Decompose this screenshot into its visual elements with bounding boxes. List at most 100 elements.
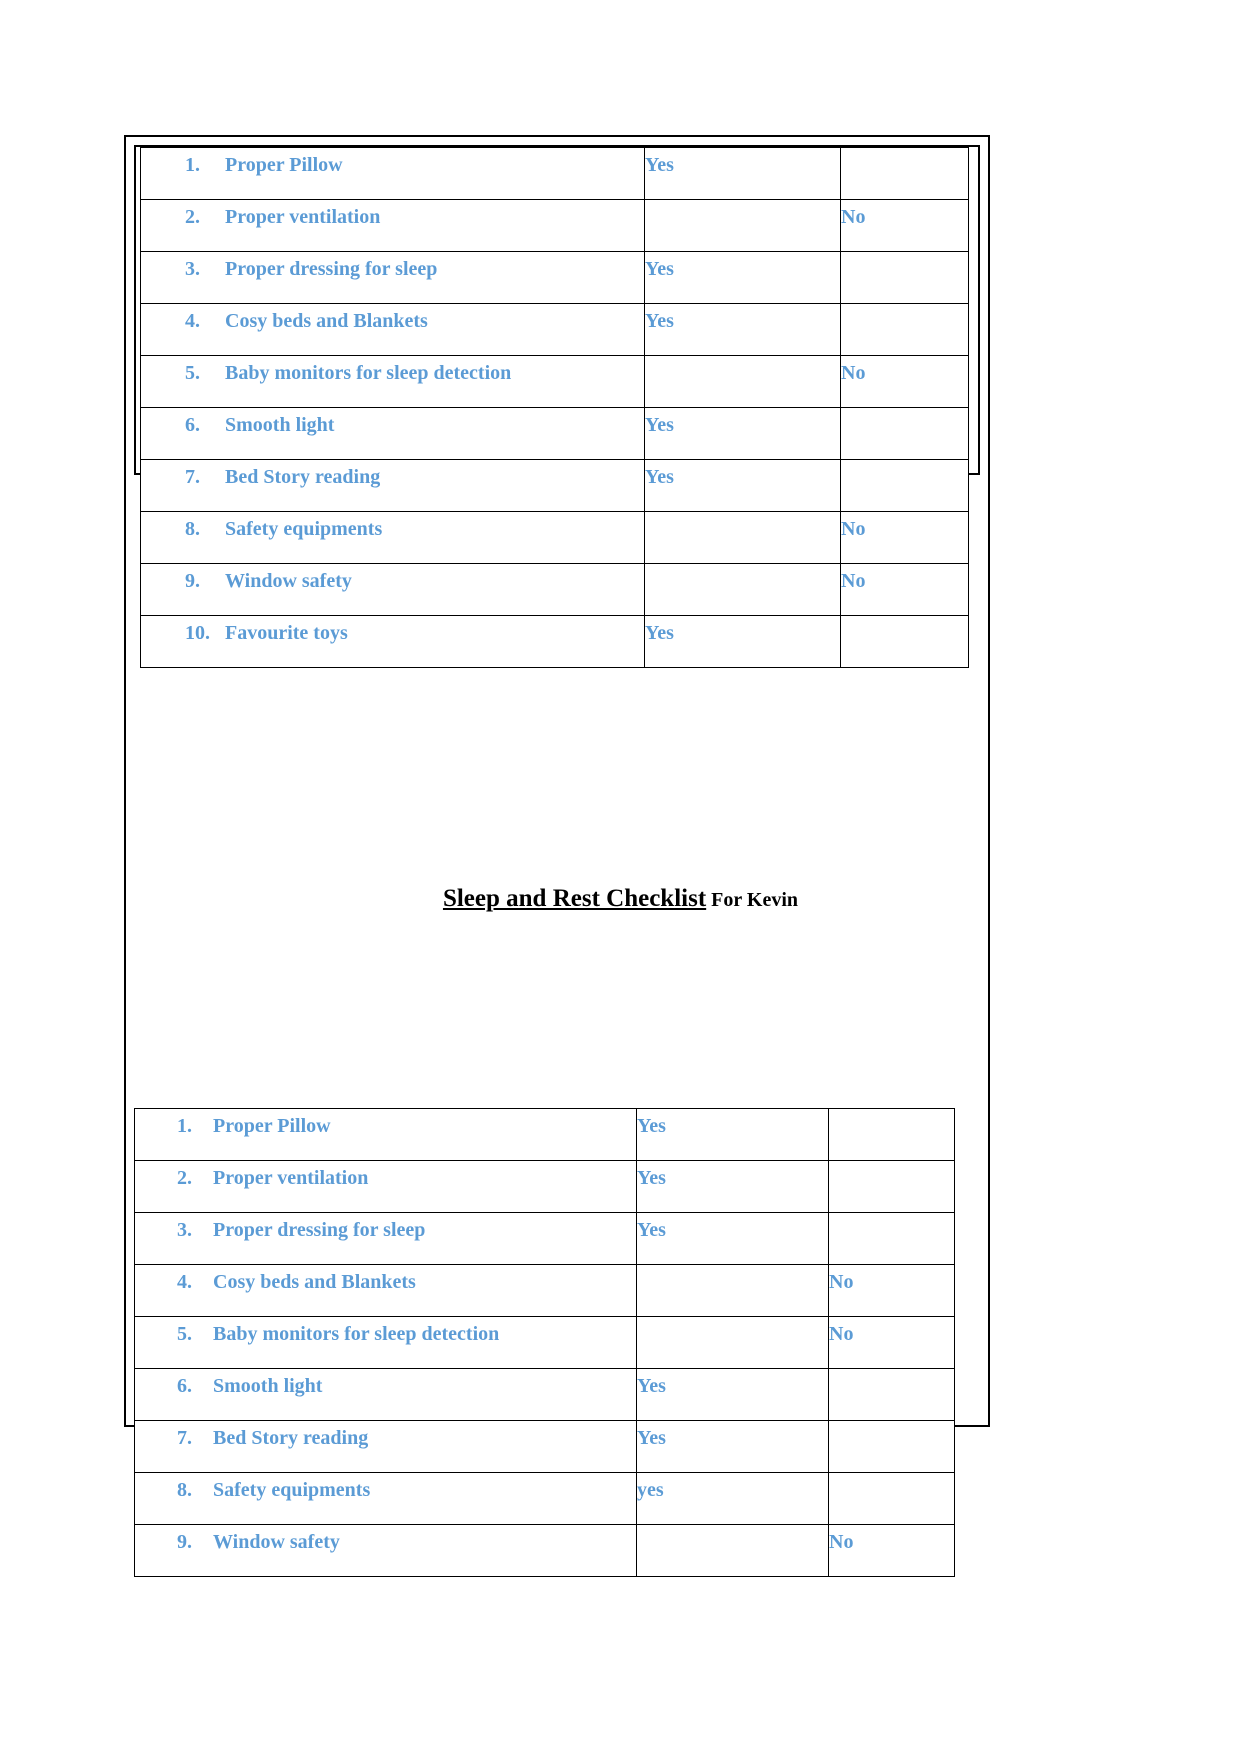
checklist-item-inner: 3. Proper dressing for sleep	[135, 1219, 636, 1242]
checklist-item-cell: 6. Smooth light	[134, 1368, 637, 1421]
checklist-yes-cell[interactable]: Yes	[644, 459, 841, 512]
checklist-item-label: Proper Pillow	[225, 154, 343, 176]
checklist-yes-cell[interactable]	[636, 1524, 829, 1577]
checklist-item-cell: 7. Bed Story reading	[134, 1420, 637, 1473]
checklist-yes-cell[interactable]	[644, 563, 841, 616]
checklist-yes-cell[interactable]: Yes	[636, 1420, 829, 1473]
checklist-item-inner: 1. Proper Pillow	[141, 154, 644, 177]
checklist-item-cell: 9. Window safety	[140, 563, 645, 616]
checklist-item-number: 1.	[185, 154, 200, 176]
checklist-item-inner: 9. Window safety	[135, 1531, 636, 1554]
checklist-yes-cell[interactable]: Yes	[644, 147, 841, 200]
checklist-yes-cell[interactable]	[636, 1264, 829, 1317]
page-title: Sleep and Rest Checklist For Kevin	[0, 885, 1241, 913]
checklist-no-cell[interactable]: No	[828, 1316, 955, 1369]
table-top-body: 1. Proper Pillow Yes 2. Proper ventilation No…	[140, 147, 969, 668]
checklist-no-cell[interactable]	[828, 1368, 955, 1421]
checklist-item-label: Smooth light	[213, 1375, 323, 1397]
checklist-item-label: Cosy beds and Blankets	[225, 310, 428, 332]
table-row: 6. Smooth light Yes	[134, 1368, 955, 1421]
checklist-item-number: 4.	[177, 1271, 192, 1293]
checklist-item-inner: 5. Baby monitors for sleep detection	[141, 362, 644, 385]
checklist-item-number: 6.	[177, 1375, 192, 1397]
checklist-no-cell[interactable]: No	[840, 563, 969, 616]
checklist-no-cell[interactable]: No	[840, 511, 969, 564]
checklist-no-cell[interactable]	[840, 147, 969, 200]
checklist-yes-cell[interactable]: Yes	[636, 1108, 829, 1161]
checklist-no-cell[interactable]	[840, 303, 969, 356]
table-row: 8. Safety equipments No	[140, 511, 969, 564]
checklist-no-cell[interactable]: No	[828, 1264, 955, 1317]
checklist-item-inner: 1. Proper Pillow	[135, 1115, 636, 1138]
table-row: 9. Window safety No	[140, 563, 969, 616]
table-row: 1. Proper Pillow Yes	[134, 1108, 955, 1161]
checklist-yes-cell[interactable]	[644, 355, 841, 408]
checklist-item-number: 9.	[185, 570, 200, 592]
page-title-suffix: For Kevin	[706, 889, 799, 911]
checklist-item-label: Bed Story reading	[213, 1427, 369, 1449]
checklist-no-cell[interactable]: No	[828, 1524, 955, 1577]
checklist-yes-cell[interactable]: Yes	[636, 1368, 829, 1421]
checklist-item-number: 3.	[185, 258, 200, 280]
checklist-item-number: 5.	[185, 362, 200, 384]
checklist-item-number: 8.	[177, 1479, 192, 1501]
table-row: 4. Cosy beds and Blankets Yes	[140, 303, 969, 356]
checklist-yes-cell[interactable]: Yes	[636, 1160, 829, 1213]
checklist-no-cell[interactable]: No	[840, 199, 969, 252]
checklist-item-inner: 7. Bed Story reading	[141, 466, 644, 489]
table-row: 6. Smooth light Yes	[140, 407, 969, 460]
sleep-rest-checklist-table-top: 1. Proper Pillow Yes 2. Proper ventilation No…	[140, 147, 969, 668]
checklist-item-label: Window safety	[225, 570, 352, 592]
table-row: 8. Safety equipments yes	[134, 1472, 955, 1525]
checklist-item-number: 4.	[185, 310, 200, 332]
checklist-no-cell[interactable]	[828, 1108, 955, 1161]
table-row: 5. Baby monitors for sleep detection No	[140, 355, 969, 408]
checklist-item-cell: 7. Bed Story reading	[140, 459, 645, 512]
checklist-item-cell: 6. Smooth light	[140, 407, 645, 460]
checklist-yes-cell[interactable]	[644, 511, 841, 564]
checklist-item-label: Safety equipments	[225, 518, 383, 540]
checklist-item-cell: 8. Safety equipments	[134, 1472, 637, 1525]
checklist-item-label: Proper dressing for sleep	[213, 1219, 426, 1241]
checklist-item-number: 1.	[177, 1115, 192, 1137]
checklist-item-number: 7.	[185, 466, 200, 488]
checklist-item-inner: 6. Smooth light	[141, 414, 644, 437]
checklist-item-number: 3.	[177, 1219, 192, 1241]
checklist-yes-cell[interactable]	[636, 1316, 829, 1369]
checklist-yes-cell[interactable]: Yes	[636, 1212, 829, 1265]
checklist-no-cell[interactable]: No	[840, 355, 969, 408]
checklist-no-cell[interactable]	[840, 251, 969, 304]
checklist-no-cell[interactable]	[828, 1472, 955, 1525]
checklist-item-label: Cosy beds and Blankets	[213, 1271, 416, 1293]
checklist-yes-cell[interactable]: Yes	[644, 407, 841, 460]
checklist-item-number: 8.	[185, 518, 200, 540]
checklist-yes-cell[interactable]: Yes	[644, 251, 841, 304]
checklist-no-cell[interactable]	[840, 615, 969, 668]
checklist-no-cell[interactable]	[828, 1212, 955, 1265]
table-row: 2. Proper ventilation No	[140, 199, 969, 252]
table-row: 3. Proper dressing for sleep Yes	[134, 1212, 955, 1265]
checklist-no-cell[interactable]	[828, 1160, 955, 1213]
checklist-yes-cell[interactable]: Yes	[644, 303, 841, 356]
checklist-item-label: Bed Story reading	[225, 466, 381, 488]
checklist-item-number: 10.	[185, 622, 210, 644]
checklist-no-cell[interactable]	[840, 459, 969, 512]
checklist-item-cell: 2. Proper ventilation	[140, 199, 645, 252]
checklist-item-inner: 9. Window safety	[141, 570, 644, 593]
checklist-item-inner: 4. Cosy beds and Blankets	[141, 310, 644, 333]
checklist-no-cell[interactable]	[840, 407, 969, 460]
checklist-item-number: 6.	[185, 414, 200, 436]
checklist-yes-cell[interactable]: yes	[636, 1472, 829, 1525]
table-row: 1. Proper Pillow Yes	[140, 147, 969, 200]
table-row: 10. Favourite toys Yes	[140, 615, 969, 668]
checklist-item-label: Proper Pillow	[213, 1115, 331, 1137]
checklist-item-label: Proper dressing for sleep	[225, 258, 438, 280]
checklist-item-inner: 8. Safety equipments	[141, 518, 644, 541]
page-title-main: Sleep and Rest Checklist	[442, 885, 707, 912]
checklist-item-inner: 3. Proper dressing for sleep	[141, 258, 644, 281]
checklist-no-cell[interactable]	[828, 1420, 955, 1473]
checklist-yes-cell[interactable]: Yes	[644, 615, 841, 668]
checklist-item-cell: 8. Safety equipments	[140, 511, 645, 564]
checklist-item-label: Baby monitors for sleep detection	[213, 1323, 500, 1345]
checklist-yes-cell[interactable]	[644, 199, 841, 252]
